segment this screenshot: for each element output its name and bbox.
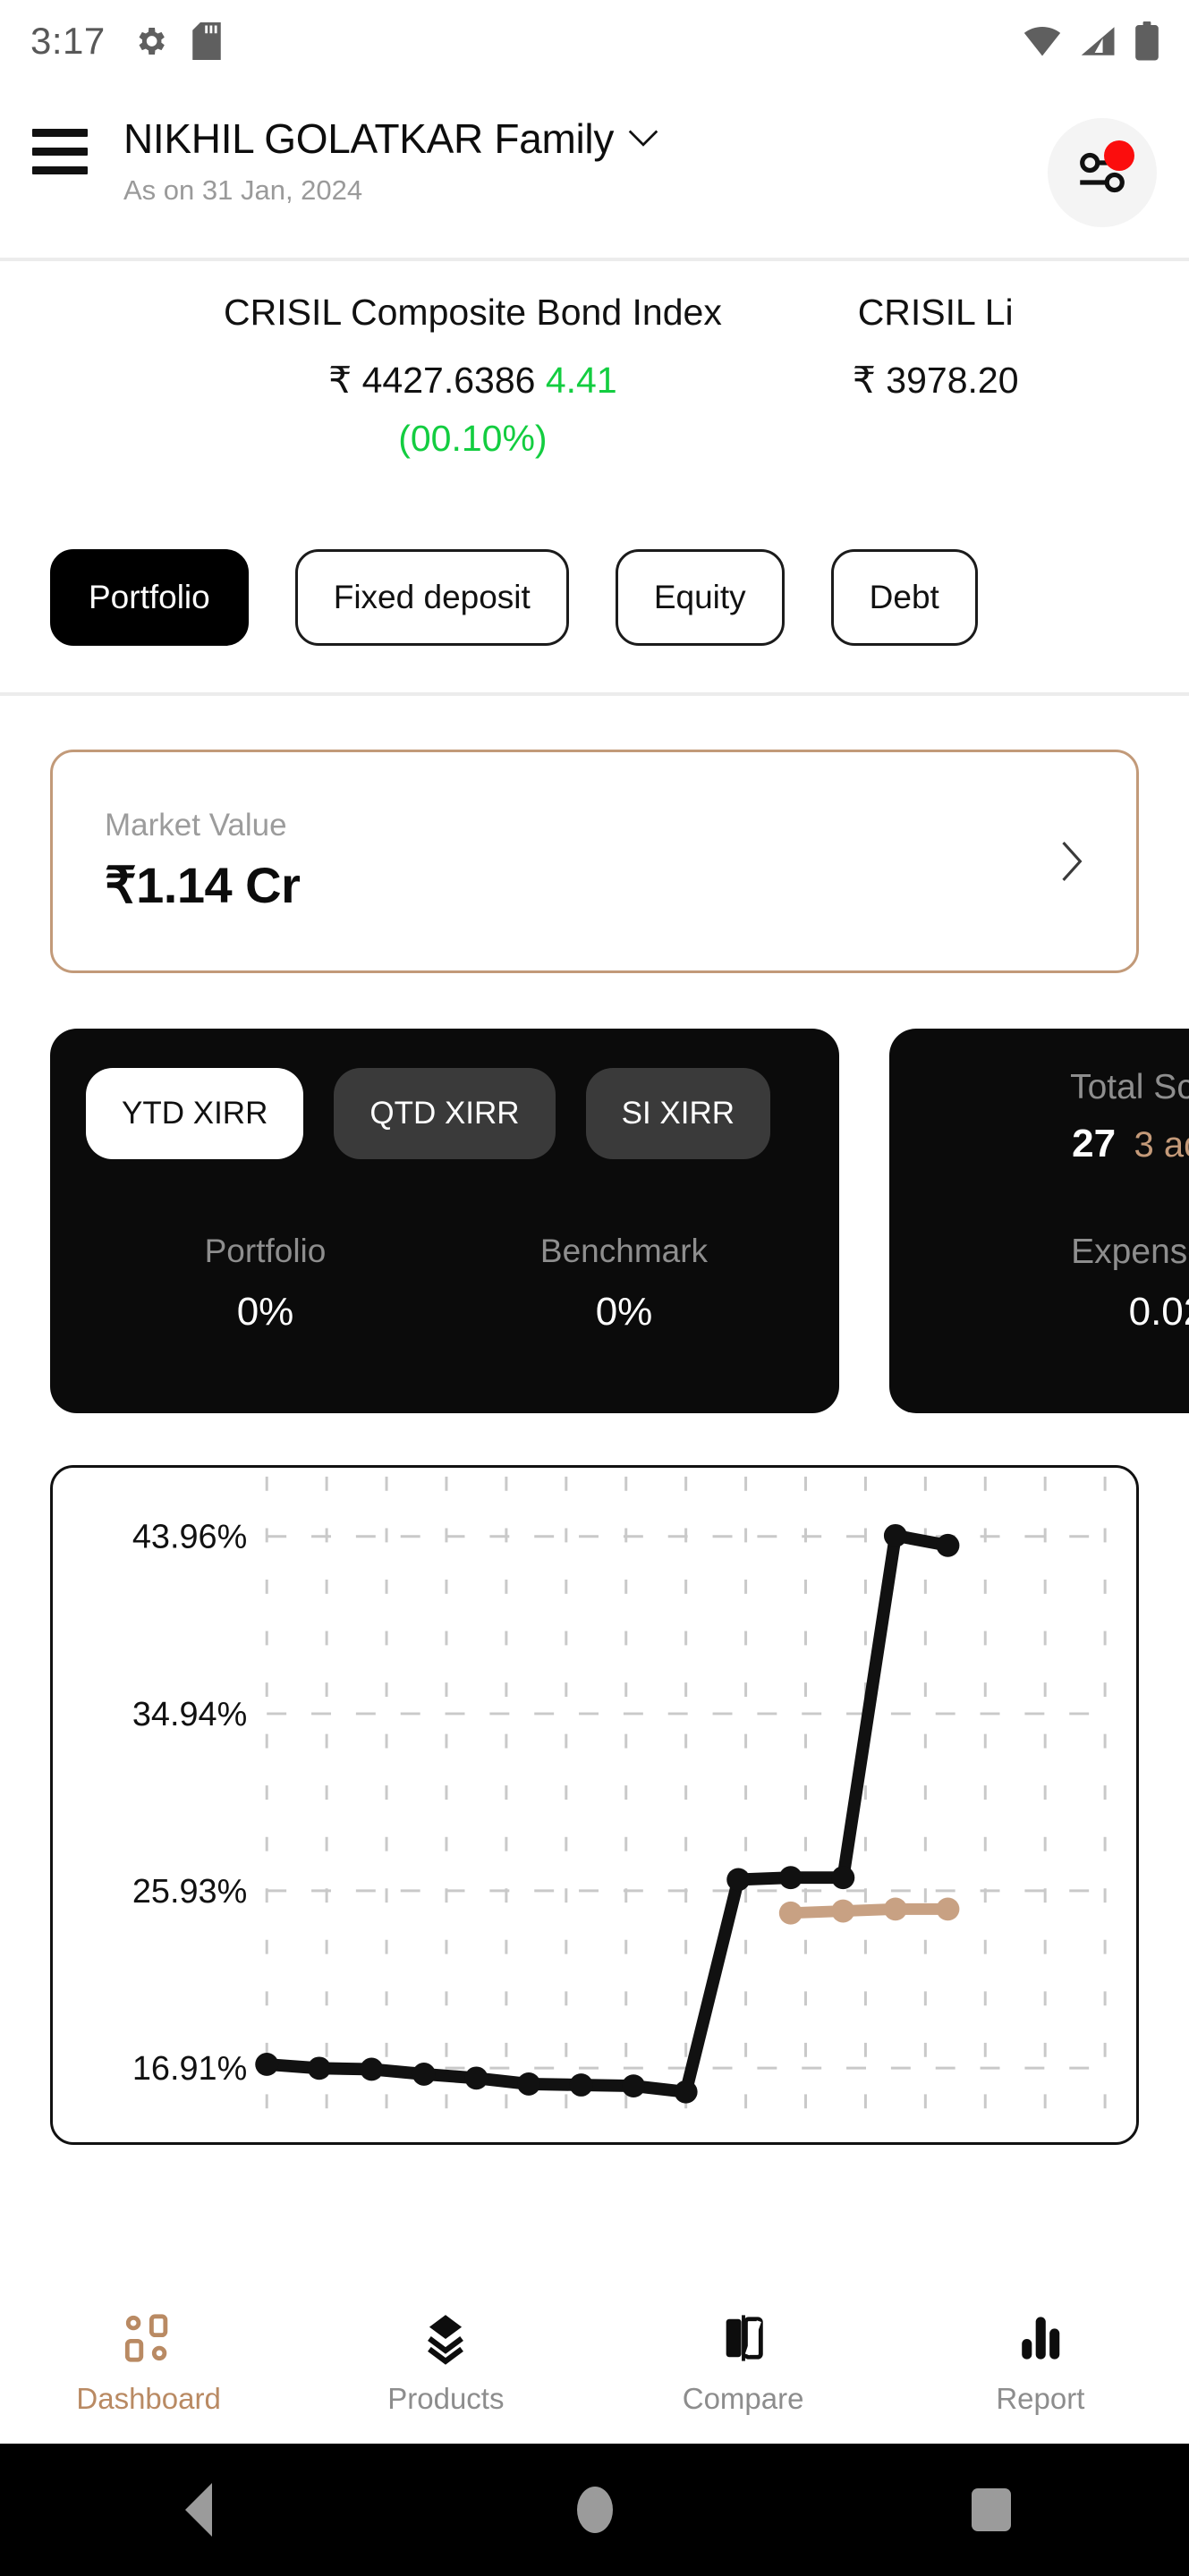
hamburger-bar	[32, 148, 88, 156]
ticker-index-name: CRISIL Composite Bond Index	[224, 292, 722, 333]
portfolio-xirr-value: 0%	[236, 1290, 294, 1334]
ticker-price: ₹ 4427.6386	[328, 360, 536, 401]
total-schemes-value-row: 27 3 advisors	[925, 1122, 1189, 1166]
cellular-signal-icon	[1081, 27, 1115, 55]
market-value-amount: ₹1.14 Cr	[105, 857, 301, 913]
total-schemes-block: Total Schemes 27 3 advisors Expense Rati…	[925, 1068, 1189, 1335]
market-value-text: Market Value ₹1.14 Cr	[105, 808, 1061, 915]
ticker-percent: (00.10%)	[398, 418, 548, 459]
performance-chart-card[interactable]: 43.96% 34.94% 25.93% 16.91%	[50, 1465, 1139, 2145]
app-header: NIKHIL GOLATKAR Family As on 31 Jan, 202…	[0, 82, 1189, 258]
advisors-count: 3 advisors	[1134, 1125, 1189, 1165]
triangle-back-icon	[184, 2483, 212, 2537]
svg-text:43.96%: 43.96%	[132, 1519, 247, 1556]
market-value-label: Market Value	[105, 808, 287, 843]
square-recents-icon	[971, 2488, 1011, 2531]
ticker-index-value: ₹ 4427.6386 4.41	[224, 359, 722, 402]
tab-debt[interactable]: Debt	[830, 549, 978, 646]
chart-y-axis-labels: 43.96% 34.94% 25.93% 16.91%	[132, 1519, 247, 2088]
pill-ytd-xirr[interactable]: YTD XIRR	[86, 1068, 304, 1159]
benchmark-xirr-label: Benchmark	[539, 1233, 709, 1269]
performance-line-chart[interactable]: 43.96% 34.94% 25.93% 16.91%	[53, 1468, 1136, 2142]
family-selector[interactable]: NIKHIL GOLATKAR Family	[123, 114, 1048, 163]
gear-icon	[139, 28, 165, 55]
status-bar-left-icons	[132, 22, 222, 60]
benchmark-xirr-value: 0%	[595, 1290, 653, 1334]
portfolio-xirr: Portfolio 0%	[86, 1233, 445, 1335]
layers-stack-icon	[418, 2309, 473, 2368]
asset-filter-tabs: Portfolio Fixed deposit Equity Debt	[0, 503, 1189, 646]
schemes-card: Total Schemes 27 3 advisors Expense Rati…	[889, 1029, 1189, 1413]
ticker-item[interactable]: CRISIL Composite Bond Index ₹ 4427.6386 …	[170, 292, 776, 460]
nav-item-compare[interactable]: Compare	[595, 2309, 892, 2416]
market-value-card[interactable]: Market Value ₹1.14 Cr	[50, 750, 1139, 973]
benchmark-line	[785, 1902, 954, 1919]
page-title: NIKHIL GOLATKAR Family	[123, 115, 615, 162]
tab-equity[interactable]: Equity	[615, 549, 785, 646]
bar-chart-icon	[1015, 2309, 1066, 2368]
hamburger-menu-icon[interactable]	[32, 129, 88, 174]
recents-button[interactable]	[793, 2488, 1189, 2531]
status-bar-right-icons	[1023, 21, 1159, 61]
nav-label-dashboard: Dashboard	[76, 2382, 221, 2415]
svg-text:16.91%: 16.91%	[132, 2050, 247, 2088]
chart-gridlines	[265, 1476, 1107, 2136]
home-button[interactable]	[396, 2487, 793, 2533]
sd-card-icon	[192, 22, 221, 60]
svg-text:34.94%: 34.94%	[132, 1696, 247, 1733]
pill-qtd-xirr[interactable]: QTD XIRR	[334, 1068, 556, 1159]
wifi-icon	[1023, 26, 1061, 56]
expense-ratio-label: Expense Ratio	[1071, 1233, 1189, 1271]
ticker-index-value: ₹ 3978.20	[852, 360, 1019, 401]
tab-fixed-deposit[interactable]: Fixed deposit	[294, 549, 569, 646]
nav-item-dashboard[interactable]: Dashboard	[0, 2309, 297, 2416]
header-text-block: NIKHIL GOLATKAR Family As on 31 Jan, 202…	[123, 114, 1048, 207]
ticker-index-name: CRISIL Li	[857, 292, 1014, 333]
nav-label-report: Report	[996, 2382, 1085, 2415]
ticker-change: 4.41	[545, 360, 617, 401]
hamburger-bar	[32, 129, 88, 137]
portfolio-line	[260, 1529, 955, 2098]
ticker-item[interactable]: CRISIL Li ₹ 3978.20	[776, 292, 1073, 402]
benchmark-xirr: Benchmark 0%	[445, 1233, 803, 1335]
dashboard-grid-icon	[123, 2309, 174, 2368]
stat-cards-row[interactable]: YTD XIRR QTD XIRR SI XIRR Portfolio 0% B…	[0, 973, 1189, 1413]
nav-item-products[interactable]: Products	[297, 2309, 594, 2416]
bottom-navigation: Dashboard Products Compare Report	[0, 2281, 1189, 2444]
svg-text:25.93%: 25.93%	[132, 1873, 247, 1911]
tabs-divider	[0, 692, 1189, 696]
back-button[interactable]	[0, 2483, 396, 2537]
xirr-card: YTD XIRR QTD XIRR SI XIRR Portfolio 0% B…	[50, 1029, 839, 1413]
android-navigation-bar	[0, 2444, 1189, 2576]
expense-ratio-value: 0.02%	[1128, 1290, 1189, 1334]
hamburger-bar	[32, 166, 88, 174]
tab-portfolio[interactable]: Portfolio	[50, 549, 249, 646]
battery-icon	[1135, 21, 1159, 61]
portfolio-xirr-label: Portfolio	[204, 1233, 327, 1269]
chevron-right-icon[interactable]	[1061, 841, 1084, 882]
status-bar-clock: 3:17	[30, 20, 106, 62]
nav-label-products: Products	[387, 2382, 505, 2415]
xirr-period-pills: YTD XIRR QTD XIRR SI XIRR	[86, 1068, 803, 1159]
as-on-date: As on 31 Jan, 2024	[123, 174, 363, 206]
compare-split-icon	[718, 2309, 769, 2368]
index-ticker[interactable]: %) CRISIL Composite Bond Index ₹ 4427.63…	[0, 261, 1189, 503]
total-schemes-count: 27	[1072, 1122, 1117, 1165]
nav-label-compare: Compare	[682, 2382, 804, 2415]
circle-home-icon	[576, 2487, 613, 2533]
total-schemes-label: Total Schemes	[1070, 1068, 1189, 1106]
filter-settings-button[interactable]	[1048, 118, 1157, 227]
xirr-values-row: Portfolio 0% Benchmark 0%	[86, 1233, 803, 1335]
chevron-down-icon[interactable]	[628, 129, 658, 148]
pill-si-xirr[interactable]: SI XIRR	[585, 1068, 771, 1159]
status-bar: 3:17	[0, 0, 1189, 82]
nav-item-report[interactable]: Report	[892, 2309, 1189, 2416]
notification-badge	[1104, 140, 1134, 171]
